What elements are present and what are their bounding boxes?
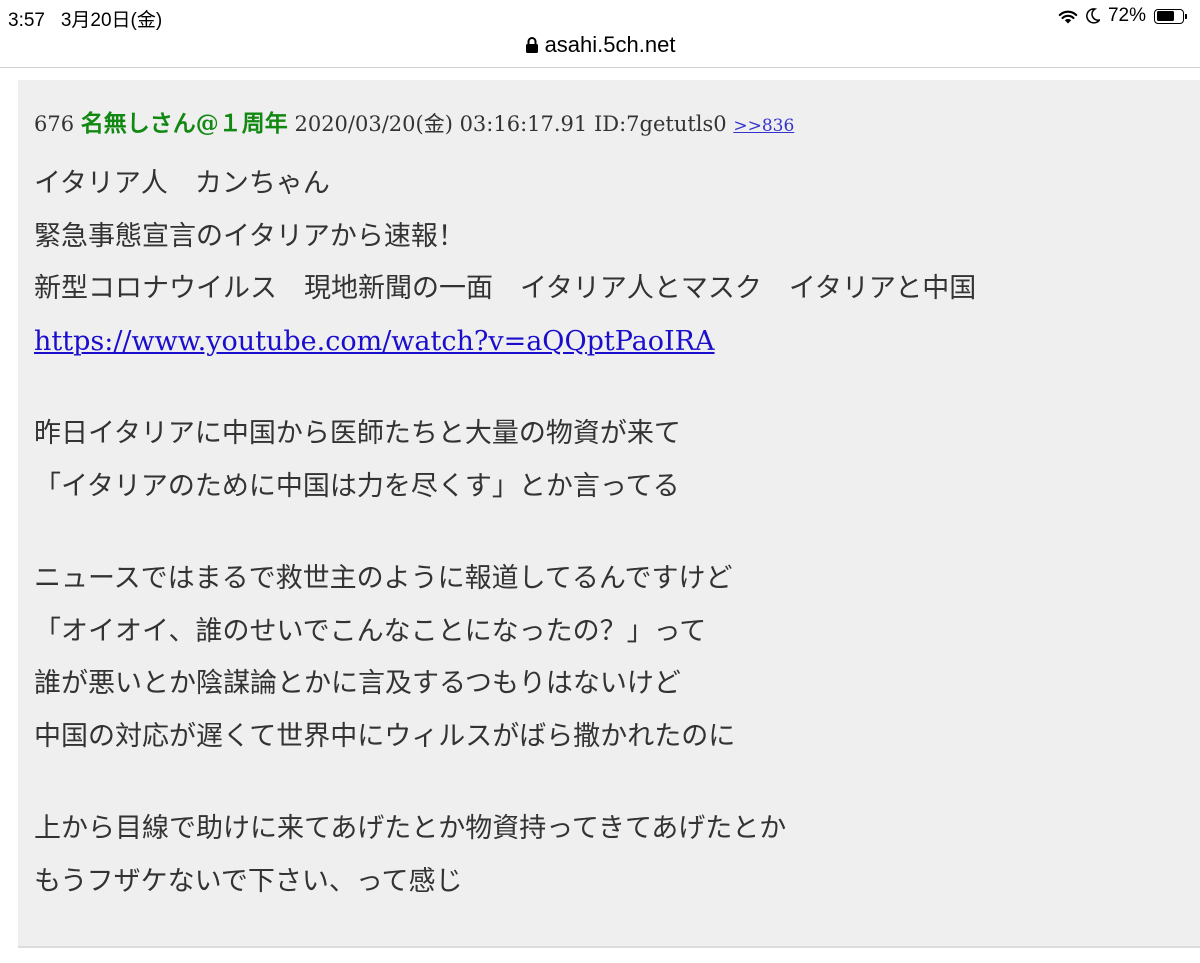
post-line: ニュースではまるで救世主のように報道してるんですけど <box>34 563 733 594</box>
post-line: 「オイオイ、誰のせいでこんなことになったの？」って <box>34 615 707 647</box>
post-number[interactable]: 676 <box>34 112 74 136</box>
post-link-line: https://www.youtube.com/watch?v=aQQptPao… <box>34 316 1200 369</box>
post-divider <box>18 946 1200 948</box>
post-datetime: 2020/03/20(金) 03:16:17.91 <box>294 112 588 136</box>
post-line: 昨日イタリアに中国から医師たちと大量の物資が来て <box>34 418 681 449</box>
post-header: 676 名無しさん@１周年 2020/03/20(金) 03:16:17.91 … <box>34 104 1200 138</box>
address-bar[interactable]: asahi.5ch.net <box>0 30 1200 60</box>
post: 676 名無しさん@１周年 2020/03/20(金) 03:16:17.91 … <box>18 80 1200 946</box>
post-body: イタリア人 カンちゃん 緊急事態宣言のイタリアから速報！ 新型コロナウイルス 現… <box>34 158 1200 908</box>
status-time-date: 3:57 3月20日(金) <box>8 5 162 32</box>
poster-id[interactable]: ID:7getutls0 <box>594 112 727 136</box>
toolbar-divider <box>0 67 1200 68</box>
post-line: 誰が悪いとか陰謀論とかに言及するつもりはないけど <box>34 668 681 699</box>
post-line: もうフザケないで下さい、って感じ <box>34 865 463 897</box>
lock-icon <box>525 37 538 53</box>
post-line: 「イタリアのために中国は力を尽くす」とか言ってる <box>34 470 680 502</box>
moon-icon <box>1086 8 1100 24</box>
post-line: 緊急事態宣言のイタリアから速報！ <box>34 220 465 252</box>
post-line: 新型コロナウイルス 現地新聞の一面 イタリア人とマスク イタリアと中国 <box>34 273 977 304</box>
battery-tip <box>1185 13 1187 19</box>
status-bar: 3:57 3月20日(金) 72% <box>0 0 1200 32</box>
poster-name: 名無しさん@１周年 <box>80 110 288 137</box>
post-line: イタリア人 カンちゃん <box>34 168 330 199</box>
status-indicators: 72% <box>1058 5 1187 27</box>
youtube-link[interactable]: https://www.youtube.com/watch?v=aQQptPao… <box>34 326 715 357</box>
wifi-icon <box>1058 10 1078 24</box>
battery-percent: 72% <box>1107 5 1146 26</box>
url-text: asahi.5ch.net <box>544 32 676 57</box>
battery-icon <box>1154 8 1187 24</box>
reply-link[interactable]: >>836 <box>733 116 794 136</box>
battery-level <box>1156 11 1174 21</box>
post-line: 上から目線で助けに来てあげたとか物資持ってきてあげたとか <box>34 813 787 844</box>
status-date: 3月20日(金) <box>60 10 163 31</box>
status-time: 3:57 <box>8 10 45 31</box>
post-line: 中国の対応が遅くて世界中にウィルスがばら撒かれたのに <box>34 720 736 752</box>
